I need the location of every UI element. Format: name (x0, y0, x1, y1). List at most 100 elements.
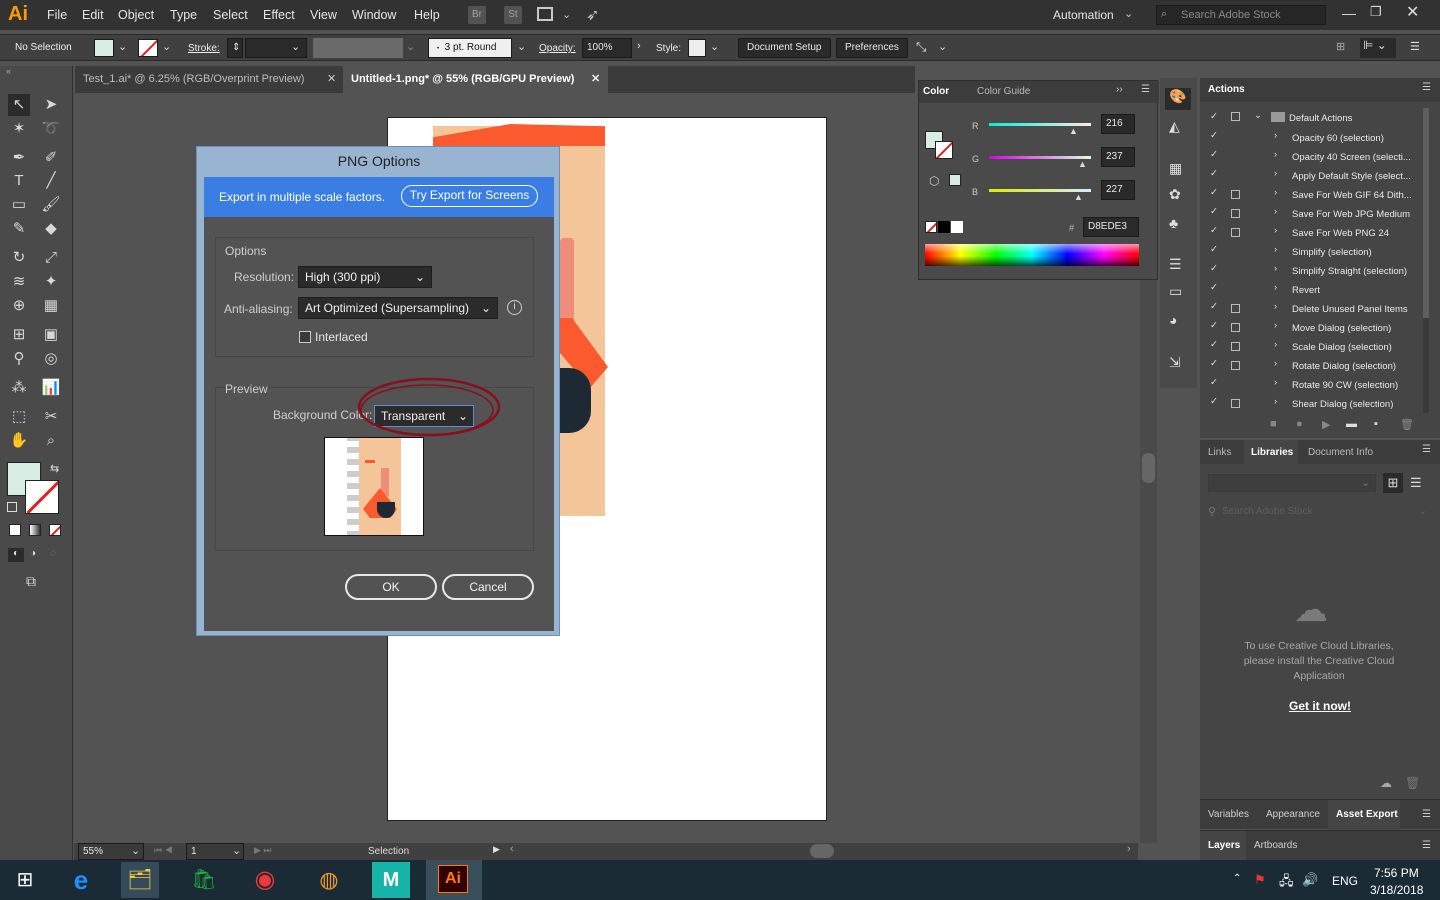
action-row[interactable]: ✓ › Shear Dialog (selection) (1200, 395, 1430, 414)
symbols-icon[interactable]: ♣ (1169, 215, 1178, 231)
close-tab-icon[interactable]: ✕ (327, 66, 336, 93)
hand-tool-icon[interactable]: ✋ (8, 430, 30, 452)
out-of-gamut-icon[interactable]: ⬡ (929, 174, 939, 188)
transparency-icon[interactable]: ◕ (1169, 312, 1177, 328)
gamut-swatch[interactable] (949, 174, 961, 186)
actions-scrollbar[interactable] (1423, 108, 1429, 413)
interlaced-checkbox[interactable] (299, 331, 311, 343)
fill-swatch[interactable] (94, 39, 114, 57)
scale-tool-icon[interactable]: ⤢ (40, 247, 62, 269)
store-icon[interactable]: 🛍 (185, 862, 223, 898)
shaper-tool-icon[interactable]: ✎ (8, 218, 30, 240)
slice-tool-icon[interactable]: ✂ (40, 406, 62, 428)
dialog-toggle-icon[interactable] (1231, 361, 1240, 370)
black-swatch[interactable] (938, 221, 950, 233)
stroke-panel-icon[interactable]: ☰ (1169, 256, 1182, 273)
puppet-warp-icon[interactable]: ✦ (40, 271, 62, 293)
trash-icon[interactable]: 🗑 (1400, 418, 1414, 431)
menu-type[interactable]: Type (170, 8, 197, 22)
r-value-field[interactable]: 216 (1101, 114, 1135, 134)
checkmark-icon[interactable]: ✓ (1210, 225, 1218, 236)
panel-menu-icon[interactable]: ☰ (1141, 84, 1150, 95)
action-set-row[interactable]: ✓ ⌄ Default Actions (1200, 110, 1430, 129)
tab-artboards[interactable]: Artboards (1254, 831, 1297, 861)
chevron-down-icon[interactable]: ⌄ (1418, 504, 1427, 517)
action-row[interactable]: ✓ › Simplify Straight (selection) (1200, 262, 1430, 281)
warp-tool-icon[interactable]: ≋ (8, 271, 30, 293)
eraser-icon[interactable]: ◆ (40, 218, 62, 240)
checkmark-icon[interactable]: ✓ (1210, 244, 1218, 255)
checkmark-icon[interactable]: ✓ (1210, 111, 1218, 122)
chevron-down-icon[interactable]: ⌄ (1254, 110, 1262, 121)
swatches-icon[interactable]: ▦ (1169, 160, 1182, 177)
action-row[interactable]: ✓ › Opacity 40 Screen (selecti... (1200, 148, 1430, 167)
action-row[interactable]: ✓ › Simplify (selection) (1200, 243, 1430, 262)
scroll-thumb[interactable] (1423, 108, 1429, 318)
trash-icon[interactable]: 🗑 (1405, 776, 1420, 790)
collapse-icon[interactable]: « (6, 66, 11, 76)
color-guide-icon[interactable]: ◭ (1169, 118, 1180, 135)
dialog-toggle-icon[interactable] (1231, 304, 1240, 313)
hex-field[interactable]: D8EDE3 (1083, 217, 1139, 237)
interlaced-label[interactable]: Interlaced (315, 330, 368, 344)
menu-file[interactable]: File (47, 8, 67, 22)
action-row[interactable]: ✓ › Apply Default Style (select... (1200, 167, 1430, 186)
none-swatch[interactable] (925, 221, 937, 233)
transform-icon[interactable]: ⤡ (916, 39, 926, 55)
search-input[interactable]: Search Adobe Stock (1181, 9, 1281, 21)
chevron-right-icon[interactable]: › (637, 40, 641, 52)
menu-edit[interactable]: Edit (82, 8, 104, 22)
menu-select[interactable]: Select (213, 8, 248, 22)
none-mode-icon[interactable] (49, 524, 61, 536)
dialog-toggle-icon[interactable] (1231, 399, 1240, 408)
color-spectrum-bar[interactable] (925, 244, 1139, 266)
chevron-right-icon[interactable]: › (1274, 358, 1277, 369)
shape-builder-icon[interactable]: ⊕ (8, 295, 30, 317)
tab-links[interactable]: Links (1208, 447, 1231, 458)
chevron-right-icon[interactable]: › (1274, 339, 1277, 350)
dialog-toggle-icon[interactable] (1231, 342, 1240, 351)
play-icon[interactable]: ▶ (1322, 418, 1330, 431)
chevron-right-icon[interactable]: › (1274, 168, 1277, 179)
windows-start-icon[interactable]: ⊞ (6, 862, 44, 898)
pen-tool-icon[interactable]: ✒ (8, 147, 30, 169)
b-value-field[interactable]: 227 (1101, 180, 1135, 200)
color-panel-icon[interactable]: 🎨 (1165, 88, 1191, 110)
chevron-right-icon[interactable]: › (1274, 396, 1277, 407)
rectangle-tool-icon[interactable]: ▭ (8, 194, 30, 216)
g-value-field[interactable]: 237 (1101, 147, 1135, 167)
rotate-tool-icon[interactable]: ↻ (8, 247, 30, 269)
type-tool-icon[interactable]: T (8, 170, 30, 192)
resolution-dropdown[interactable]: High (300 ppi) ⌄ (298, 266, 432, 288)
tab-asset-export[interactable]: Asset Export (1336, 800, 1398, 830)
volume-icon[interactable]: 🔊 (1302, 872, 1318, 888)
checkmark-icon[interactable]: ✓ (1210, 168, 1218, 179)
preferences-button[interactable]: Preferences (836, 38, 908, 58)
checkmark-icon[interactable]: ✓ (1210, 396, 1218, 407)
menu-window[interactable]: Window (352, 8, 396, 22)
stroke-stepper[interactable]: ⇕ (227, 38, 243, 58)
dialog-toggle-icon[interactable] (1231, 228, 1240, 237)
panel-menu-icon[interactable]: ☰ (1422, 831, 1431, 861)
tab-document-info[interactable]: Document Info (1308, 447, 1373, 458)
panel-menu-icon[interactable]: ☰ (1422, 800, 1431, 830)
line-tool-icon[interactable]: ╱ (40, 170, 62, 192)
tab-layers[interactable]: Layers (1208, 831, 1240, 861)
scroll-left-icon[interactable]: ‹ (510, 843, 514, 855)
stroke-swatch[interactable] (935, 141, 953, 159)
close-icon[interactable]: ✕ (1406, 2, 1419, 22)
file-explorer-icon[interactable]: 🗂 (121, 862, 159, 898)
b-slider-handle[interactable]: ▲ (1074, 192, 1083, 202)
opacity-field[interactable]: 100% (582, 38, 632, 58)
cancel-button[interactable]: Cancel (442, 574, 534, 600)
stroke-color-swatch[interactable] (25, 480, 59, 514)
checkmark-icon[interactable]: ✓ (1210, 339, 1218, 350)
action-row[interactable]: ✓ › Save For Web PNG 24 (1200, 224, 1430, 243)
checkmark-icon[interactable]: ✓ (1210, 206, 1218, 217)
artboard-tool-icon[interactable]: ⬚ (8, 406, 30, 428)
mesh-tool-icon[interactable]: ⊞ (8, 324, 30, 346)
direct-selection-tool-icon[interactable]: ➤ (40, 94, 62, 116)
brush-definition[interactable]: • 3 pt. Round (428, 38, 512, 58)
brushes-icon[interactable]: ✿ (1169, 186, 1181, 203)
chevron-right-icon[interactable]: › (1274, 206, 1277, 217)
